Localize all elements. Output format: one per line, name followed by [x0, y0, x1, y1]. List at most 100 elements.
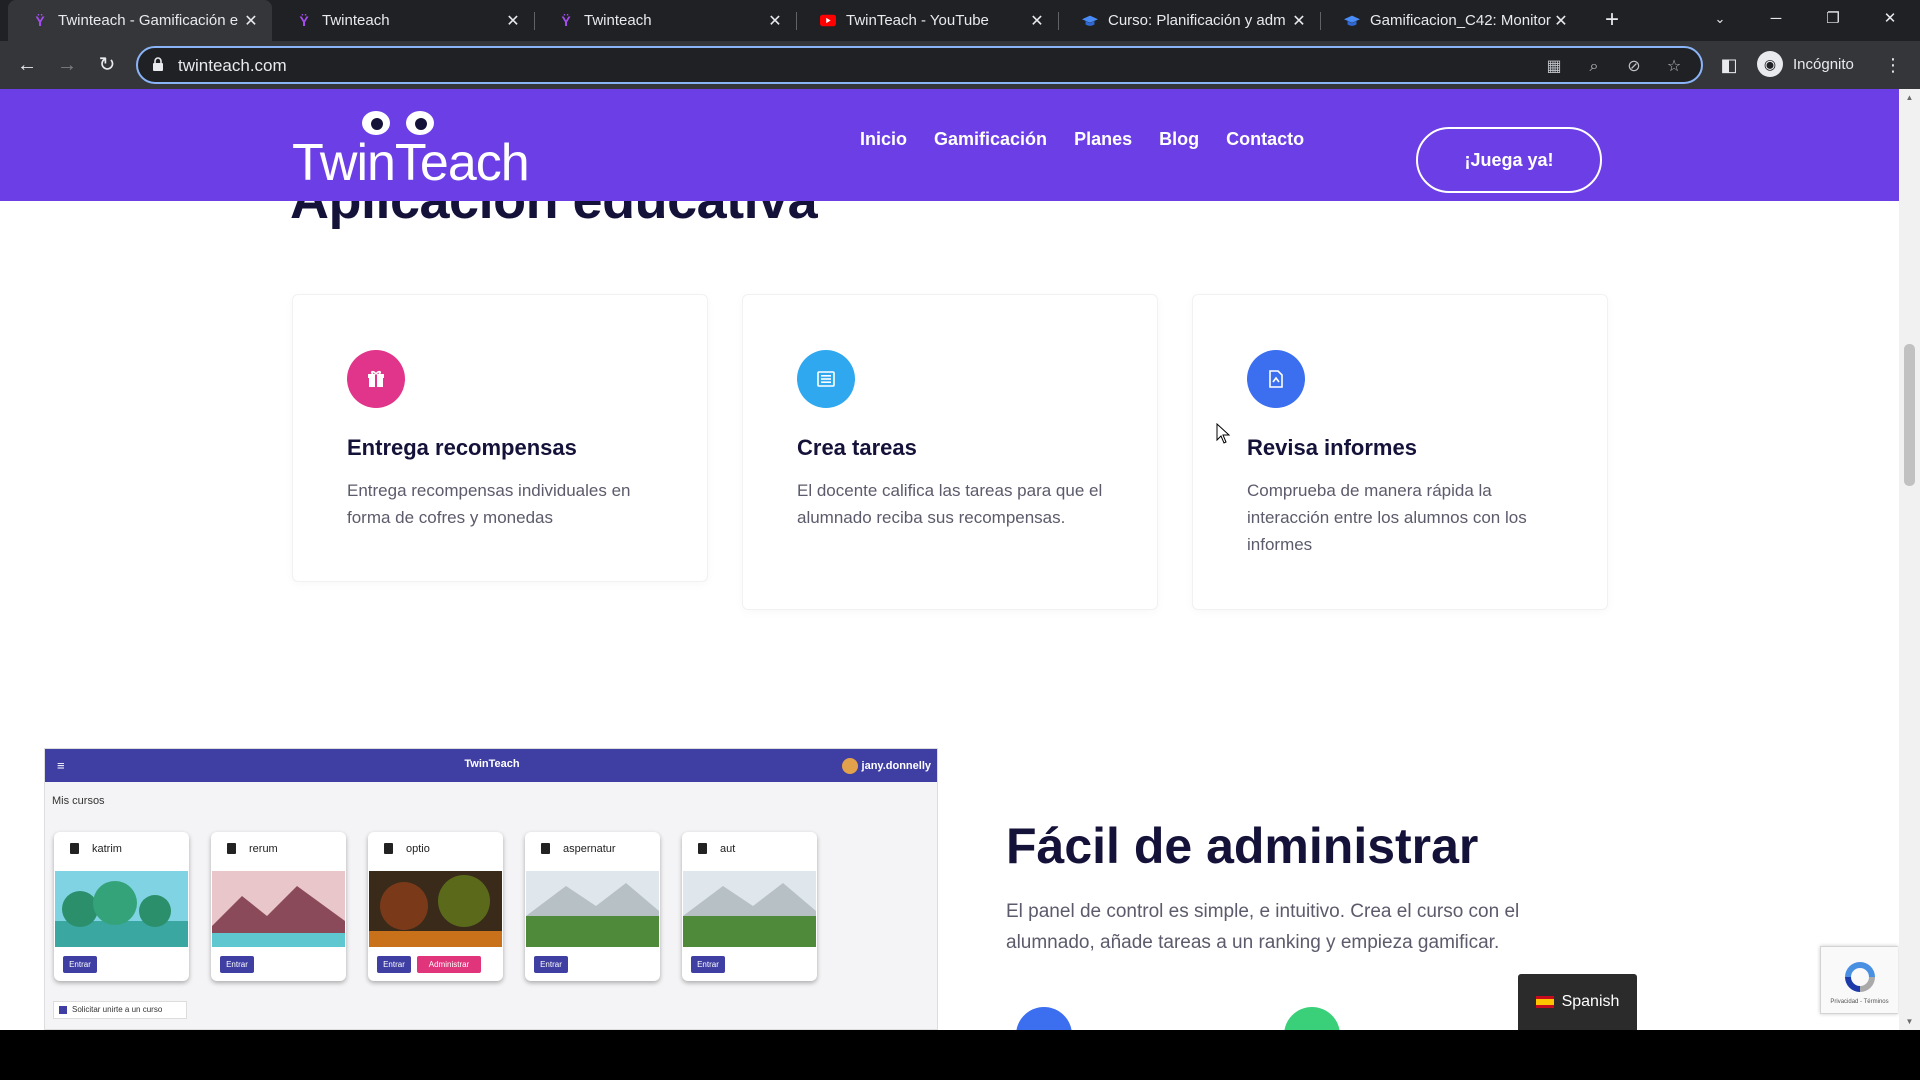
course-name: katrim	[92, 843, 122, 855]
tracking-blocked-icon[interactable]: ⊘	[1622, 55, 1646, 79]
app-preview: ≡ TwinTeach jany.donnelly Mis cursos kat…	[44, 748, 938, 1030]
feature-card: Revisa informes Comprueba de manera rápi…	[1192, 294, 1608, 610]
card-text: Entrega recompensas individuales en form…	[347, 481, 631, 527]
feature-card: Entrega recompensas Entrega recompensas …	[292, 294, 708, 582]
recaptcha-badge[interactable]: Privacidad - Términos	[1820, 946, 1898, 1014]
enter-button: Entrar	[220, 956, 254, 973]
card-title: Crea tareas	[797, 435, 917, 460]
mortarboard-favicon-icon	[1344, 13, 1360, 29]
course-name: rerum	[249, 843, 278, 855]
close-tab-icon[interactable]: ✕	[504, 11, 522, 31]
book-icon	[227, 843, 236, 854]
youtube-favicon-icon	[820, 13, 836, 29]
course-card: katrim Entrar	[54, 832, 189, 981]
site-logo[interactable]: TwinTeach	[290, 103, 530, 193]
new-tab-button[interactable]: +	[1598, 6, 1626, 34]
zoom-icon[interactable]: ⌕	[1582, 55, 1606, 79]
address-bar[interactable]: twinteach.com ▦ ⌕ ⊘ ☆	[136, 46, 1703, 84]
course-image	[683, 871, 816, 947]
tab-0[interactable]: Ÿ Twinteach - Gamificación e ✕	[8, 0, 272, 41]
tab-title: Twinteach - Gamificación e	[58, 12, 239, 29]
tab-title: TwinTeach - YouTube	[846, 12, 989, 29]
feature-card: Crea tareas El docente califica las tare…	[742, 294, 1158, 610]
browser-menu-icon[interactable]: ⋮	[1881, 53, 1905, 77]
twinteach-favicon-icon: Ÿ	[299, 12, 309, 29]
tab-1[interactable]: Ÿ Twinteach ✕	[272, 0, 534, 41]
tab-title: Twinteach	[322, 12, 390, 29]
nav-link-contacto[interactable]: Contacto	[1226, 129, 1304, 150]
book-icon	[698, 843, 707, 854]
minimize-button[interactable]: ─	[1748, 0, 1804, 38]
spain-flag-icon	[1535, 996, 1554, 1008]
twinteach-favicon-icon: Ÿ	[35, 12, 45, 29]
reload-icon[interactable]: ↻	[91, 49, 123, 81]
book-icon	[384, 843, 393, 854]
side-panel-icon[interactable]: ◧	[1717, 53, 1741, 77]
mouse-cursor-icon	[1216, 423, 1231, 444]
card-text: Comprueba de manera rápida la interacció…	[1247, 481, 1527, 554]
url-text[interactable]: twinteach.com	[178, 56, 287, 76]
incognito-indicator[interactable]: ◉ Incógnito	[1757, 51, 1854, 77]
report-icon	[1247, 350, 1305, 408]
recaptcha-terms[interactable]: Privacidad - Términos	[1821, 999, 1898, 1005]
course-card: aspernatur Entrar	[525, 832, 660, 981]
main-nav: Inicio Gamificación Planes Blog Contacto	[860, 129, 1304, 150]
page-viewport: Aplicación educativa Entrega recompensas…	[0, 89, 1920, 1030]
restore-button[interactable]: ❐	[1805, 0, 1861, 38]
incognito-label: Incógnito	[1793, 55, 1854, 73]
close-tab-icon[interactable]: ✕	[1552, 11, 1570, 31]
course-name: aspernatur	[563, 843, 616, 855]
enter-button: Entrar	[63, 956, 97, 973]
course-card: rerum Entrar	[211, 832, 346, 981]
nav-link-planes[interactable]: Planes	[1074, 129, 1132, 150]
language-label: Spanish	[1561, 993, 1620, 1010]
play-now-button[interactable]: ¡Juega ya!	[1416, 127, 1602, 193]
language-switcher[interactable]: Spanish	[1518, 974, 1637, 1030]
recaptcha-icon	[1845, 962, 1875, 992]
tab-3[interactable]: TwinTeach - YouTube ✕	[796, 0, 1058, 41]
page-scrollbar[interactable]: ▲ ▼	[1899, 89, 1920, 1030]
twinteach-favicon-icon: Ÿ	[561, 12, 571, 29]
close-tab-icon[interactable]: ✕	[242, 11, 260, 31]
tab-search-icon[interactable]: ⌄	[1692, 0, 1748, 38]
scroll-down-icon[interactable]: ▼	[1904, 1017, 1915, 1026]
section-heading-admin: Fácil de administrar	[1006, 818, 1479, 874]
bookmark-star-icon[interactable]: ☆	[1662, 55, 1686, 79]
card-text: El docente califica las tareas para que …	[797, 481, 1103, 527]
tab-2[interactable]: Ÿ Twinteach ✕	[534, 0, 796, 41]
enter-button: Entrar	[534, 956, 568, 973]
browser-toolbar: ← → ↻ twinteach.com ▦ ⌕ ⊘ ☆ ◧ ◉ Incógnit…	[0, 41, 1920, 89]
preview-subtitle: Mis cursos	[52, 795, 105, 807]
join-course-button: Solicitar unirte a un curso	[53, 1001, 187, 1019]
nav-link-inicio[interactable]: Inicio	[860, 129, 907, 150]
logo-eye-icon	[362, 111, 390, 135]
course-image	[526, 871, 659, 947]
course-image	[55, 871, 188, 947]
card-title: Revisa informes	[1247, 435, 1417, 460]
mortarboard-favicon-icon	[1082, 13, 1098, 29]
feature-icon-partial	[1016, 1007, 1072, 1030]
close-tab-icon[interactable]: ✕	[766, 11, 784, 31]
close-tab-icon[interactable]: ✕	[1028, 11, 1046, 31]
tab-4[interactable]: Curso: Planificación y adm ✕	[1058, 0, 1320, 41]
preview-username: jany.donnelly	[861, 760, 931, 772]
lock-icon[interactable]	[152, 57, 166, 73]
back-icon[interactable]: ←	[11, 49, 43, 81]
course-image	[212, 871, 345, 947]
forward-icon[interactable]: →	[51, 49, 83, 81]
nav-link-gamificacion[interactable]: Gamificación	[934, 129, 1047, 150]
enter-button: Entrar	[377, 956, 411, 973]
close-tab-icon[interactable]: ✕	[1290, 11, 1308, 31]
scrollbar-thumb[interactable]	[1904, 344, 1915, 486]
apps-grid-icon[interactable]: ▦	[1542, 55, 1566, 79]
logo-text: TwinTeach	[292, 134, 530, 192]
tab-5[interactable]: Gamificacion_C42: Monitor ✕	[1320, 0, 1582, 41]
list-icon	[797, 350, 855, 408]
preview-app-bar: ≡ TwinTeach jany.donnelly	[45, 749, 937, 782]
administrar-button: Administrar	[417, 956, 481, 973]
nav-link-blog[interactable]: Blog	[1159, 129, 1199, 150]
card-title: Entrega recompensas	[347, 435, 577, 460]
enter-button: Entrar	[691, 956, 725, 973]
scroll-up-icon[interactable]: ▲	[1904, 93, 1915, 102]
close-window-button[interactable]: ✕	[1862, 0, 1918, 38]
